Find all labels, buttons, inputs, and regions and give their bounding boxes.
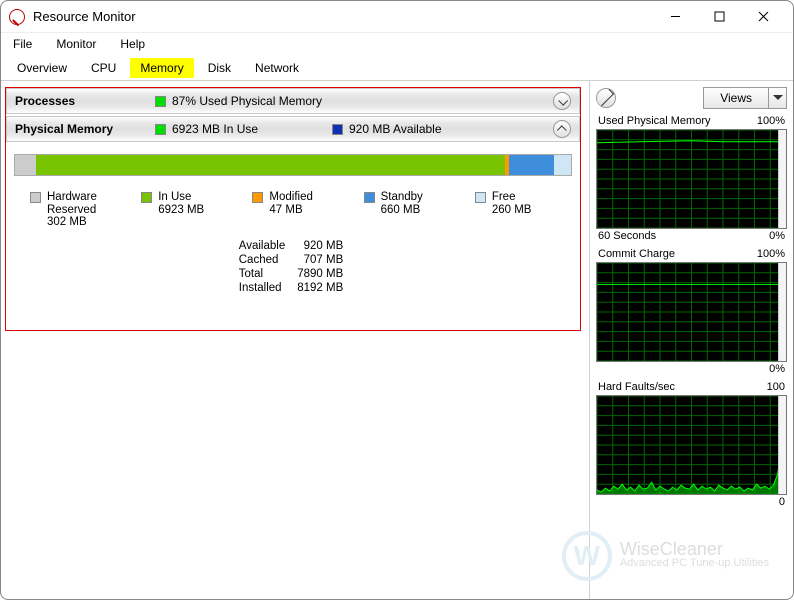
memory-legend: HardwareReserved302 MB In Use6923 MB Mod…	[6, 184, 580, 238]
chart-commit-charge	[596, 262, 787, 362]
physmem-available: 920 MB Available	[349, 122, 442, 136]
collapse-toggle[interactable]	[553, 120, 571, 138]
dropdown-arrow-icon	[768, 88, 786, 108]
minimize-button[interactable]	[653, 3, 697, 31]
memory-stats: Available920 MB Cached707 MB Total7890 M…	[6, 238, 580, 330]
chart-title: Commit Charge	[598, 248, 675, 260]
menu-monitor[interactable]: Monitor	[50, 36, 102, 52]
physmem-title: Physical Memory	[15, 122, 155, 136]
seg-hardware	[15, 155, 36, 175]
seg-inuse	[36, 155, 506, 175]
tab-cpu[interactable]: CPU	[81, 58, 126, 78]
chart-used-physical-memory	[596, 129, 787, 229]
physmem-inuse: 6923 MB In Use	[172, 122, 332, 136]
color-square-icon	[155, 96, 166, 107]
menu-help[interactable]: Help	[114, 36, 151, 52]
color-square-icon	[252, 192, 263, 203]
seg-standby	[509, 155, 554, 175]
color-square-icon	[364, 192, 375, 203]
color-square-icon	[332, 124, 343, 135]
color-square-icon	[475, 192, 486, 203]
app-icon	[9, 9, 25, 25]
tab-overview[interactable]: Overview	[7, 58, 77, 78]
tab-memory[interactable]: Memory	[130, 58, 193, 78]
menubar: File Monitor Help	[1, 33, 793, 55]
window-title: Resource Monitor	[33, 9, 136, 24]
chart-title: Used Physical Memory	[598, 115, 710, 127]
menu-file[interactable]: File	[7, 36, 38, 52]
processes-summary: 87% Used Physical Memory	[172, 94, 322, 108]
processes-title: Processes	[15, 94, 155, 108]
maximize-button[interactable]	[697, 3, 741, 31]
color-square-icon	[141, 192, 152, 203]
tab-disk[interactable]: Disk	[198, 58, 241, 78]
color-square-icon	[30, 192, 41, 203]
seg-free	[554, 155, 571, 175]
color-square-icon	[155, 124, 166, 135]
chevron-right-icon	[596, 88, 614, 106]
physical-memory-header[interactable]: Physical Memory 6923 MB In Use 920 MB Av…	[6, 116, 580, 142]
chevron-down-icon	[558, 95, 568, 105]
close-button[interactable]	[741, 3, 785, 31]
chart-title: Hard Faults/sec	[598, 381, 675, 393]
panel-expand-button[interactable]	[596, 88, 616, 108]
titlebar: Resource Monitor	[1, 1, 793, 33]
chart-hard-faults	[596, 395, 787, 495]
processes-header[interactable]: Processes 87% Used Physical Memory	[6, 88, 580, 114]
tab-network[interactable]: Network	[245, 58, 309, 78]
expand-toggle[interactable]	[553, 92, 571, 110]
views-dropdown[interactable]: Views	[703, 87, 787, 109]
tabbar: Overview CPU Memory Disk Network	[1, 55, 793, 81]
memory-bar	[14, 154, 572, 176]
chevron-up-icon	[556, 125, 566, 135]
